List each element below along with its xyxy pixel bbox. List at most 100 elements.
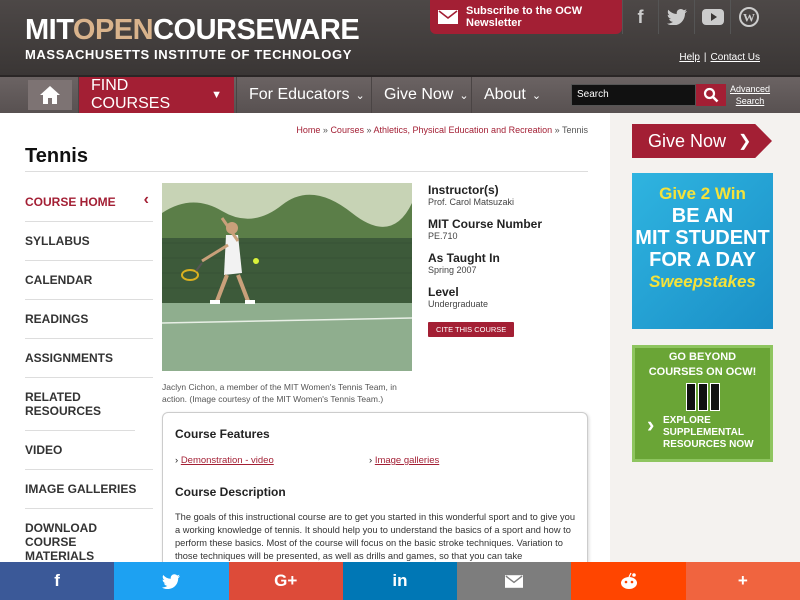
sidenav-readings[interactable]: READINGS xyxy=(25,300,153,339)
chevron-down-icon: ⌄ xyxy=(459,89,469,102)
sidenav-course-home[interactable]: COURSE HOME ‹ xyxy=(25,183,153,222)
sidenav-label: VIDEO xyxy=(25,443,63,457)
share-linkedin-icon[interactable]: in xyxy=(342,562,458,600)
chevron-right-icon: › xyxy=(647,412,655,437)
social-links: f W xyxy=(622,0,766,34)
promo-line: Give 2 Win xyxy=(659,184,746,203)
promo2-line: RESOURCES NOW xyxy=(663,439,754,450)
promo2-line: GO BEYOND xyxy=(668,351,737,363)
utility-links: Help | Contact Us xyxy=(679,52,760,63)
link-separator: | xyxy=(703,52,707,63)
advanced-line1: Advanced xyxy=(730,84,771,94)
share-more-icon[interactable]: + xyxy=(685,562,800,600)
promo-line: FOR A DAY xyxy=(649,249,756,271)
advanced-line2: Search xyxy=(735,96,765,106)
contact-link[interactable]: Contact Us xyxy=(711,52,760,63)
search-input[interactable]: Search xyxy=(571,84,696,106)
search-icon xyxy=(703,87,719,103)
feature-link-galleries[interactable]: Image galleries xyxy=(375,455,439,466)
sidenav-assignments[interactable]: ASSIGNMENTS xyxy=(25,339,153,378)
breadcrumb-sep: » xyxy=(554,125,560,135)
course-number-value: PE.710 xyxy=(428,231,458,241)
subscribe-button[interactable]: Subscribe to the OCW Newsletter xyxy=(430,0,622,34)
envelope-icon xyxy=(438,10,458,24)
sidenav-label: SYLLABUS xyxy=(25,234,90,248)
sidenav-label: RELATED RESOURCES xyxy=(25,390,102,418)
breadcrumb-current: Tennis xyxy=(561,125,588,135)
logo-mit: MIT xyxy=(25,14,73,46)
nav-give-now[interactable]: Give Now ⌄ xyxy=(371,77,481,113)
feature-item[interactable]: › Image galleries xyxy=(369,455,439,466)
logo-courseware: COURSEWARE xyxy=(153,14,360,46)
home-icon xyxy=(40,86,60,104)
feature-item[interactable]: › Demonstration - video xyxy=(175,455,274,466)
youtube-icon[interactable] xyxy=(694,0,730,34)
course-number-heading: MIT Course Number xyxy=(428,217,543,231)
books-icon xyxy=(685,383,720,411)
share-facebook-icon[interactable]: f xyxy=(0,562,115,600)
promo2-line: COURSES ON OCW! xyxy=(648,366,757,378)
advanced-search-link[interactable]: Advanced Search xyxy=(730,83,770,107)
wordpress-icon[interactable]: W xyxy=(730,0,766,34)
home-button[interactable] xyxy=(28,80,72,110)
search-button[interactable] xyxy=(696,84,726,106)
share-twitter-icon[interactable] xyxy=(114,562,229,600)
right-sidebar: Give Now ❯ Give 2 Win BE AN MIT STUDENT F… xyxy=(610,113,800,600)
image-caption: Jaclyn Cichon, a member of the MIT Women… xyxy=(162,382,397,404)
help-link[interactable]: Help xyxy=(679,52,700,63)
page-title: Tennis xyxy=(25,145,88,167)
sidenav-label: IMAGE GALLERIES xyxy=(25,482,137,496)
chevron-down-icon: ▼ xyxy=(211,89,222,101)
subscribe-label: Subscribe to the OCW Newsletter xyxy=(466,5,583,29)
sidenav-syllabus[interactable]: SYLLABUS xyxy=(25,222,153,261)
facebook-icon[interactable]: f xyxy=(622,0,658,34)
sidenav-related-resources[interactable]: RELATED RESOURCES xyxy=(25,378,135,431)
twitter-icon[interactable] xyxy=(658,0,694,34)
sidenav-calendar[interactable]: CALENDAR xyxy=(25,261,153,300)
nav-label: For Educators xyxy=(249,86,350,103)
chevron-down-icon: ⌄ xyxy=(531,89,542,102)
sidenav-label: ASSIGNMENTS xyxy=(25,351,114,365)
nav-about[interactable]: About ⌄ xyxy=(471,77,553,113)
sidenav-label: DOWNLOAD COURSE MATERIALS xyxy=(25,521,97,563)
sweepstakes-banner[interactable]: Give 2 Win BE AN MIT STUDENT FOR A DAY S… xyxy=(632,173,773,329)
supplemental-resources-banner[interactable]: GO BEYOND COURSES ON OCW! › EXPLORE SUPP… xyxy=(632,345,773,462)
description-heading: Course Description xyxy=(175,485,286,499)
breadcrumb-courses[interactable]: Courses xyxy=(330,125,364,135)
sidenav-label: COURSE HOME xyxy=(25,195,116,209)
sidenav-label: READINGS xyxy=(25,312,89,326)
course-sidenav: COURSE HOME ‹ SYLLABUS CALENDAR READINGS … xyxy=(25,183,153,576)
share-email-icon[interactable] xyxy=(457,562,572,600)
share-googleplus-icon[interactable]: G+ xyxy=(228,562,343,600)
sidenav-image-galleries[interactable]: IMAGE GALLERIES xyxy=(25,470,153,509)
svg-text:W: W xyxy=(743,11,755,25)
title-divider xyxy=(25,171,588,172)
description-text: The goals of this instructional course a… xyxy=(175,512,575,561)
breadcrumb-home[interactable]: Home xyxy=(296,125,320,135)
promo-line: BE AN xyxy=(671,205,734,227)
feature-link-video[interactable]: Demonstration - video xyxy=(181,455,274,466)
promo-line: MIT STUDENT xyxy=(635,227,770,249)
cite-course-button[interactable]: CITE THIS COURSE xyxy=(428,322,515,337)
nav-label: Give Now xyxy=(384,86,454,103)
breadcrumb-sep: » xyxy=(366,125,372,135)
chevron-left-icon: ‹ xyxy=(143,191,149,208)
nav-for-educators[interactable]: For Educators ⌄ xyxy=(236,77,377,113)
share-reddit-icon[interactable] xyxy=(571,562,686,600)
give-now-button[interactable]: Give Now ❯ xyxy=(632,124,772,158)
instructor-heading: Instructor(s) xyxy=(428,183,499,197)
promo2-line: SUPPLEMENTAL xyxy=(663,427,744,438)
level-heading: Level xyxy=(428,285,459,299)
main-nav: FIND COURSES ▼ For Educators ⌄ Give Now ⌄ A… xyxy=(0,75,800,113)
features-heading: Course Features xyxy=(175,427,270,441)
logo-wordmark: MITOPENCOURSEWARE xyxy=(25,14,360,46)
nav-find-courses[interactable]: FIND COURSES ▼ xyxy=(78,77,234,113)
course-image xyxy=(162,183,412,371)
ocw-logo[interactable]: MITOPENCOURSEWARE MASSACHUSETTS INSTITUT… xyxy=(25,14,360,62)
sidenav-label: CALENDAR xyxy=(25,273,93,287)
sidenav-video[interactable]: VIDEO xyxy=(25,431,153,470)
nav-label: About xyxy=(484,86,526,103)
promo-line: Sweepstakes xyxy=(649,272,756,291)
breadcrumb-dept[interactable]: Athletics, Physical Education and Recrea… xyxy=(374,125,553,135)
taught-value: Spring 2007 xyxy=(428,265,477,275)
